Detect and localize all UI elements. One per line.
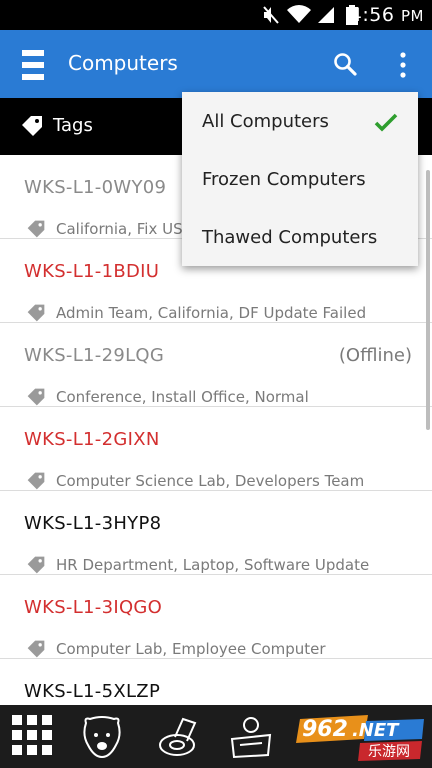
watermark-number: 962 .NET	[302, 717, 399, 742]
computer-tags: Computer Science Lab, Developers Team	[56, 472, 365, 490]
computer-name: WKS-L1-2GIXN	[24, 429, 160, 450]
list-item[interactable]: WKS-L1-29LQG (Offline) Conference, Insta…	[0, 323, 432, 407]
site-watermark-logo: 962 .NET 乐游网	[296, 715, 428, 765]
tag-icon	[27, 388, 45, 406]
watermark-subtitle: 乐游网	[368, 744, 410, 760]
tags-label: Tags	[53, 115, 93, 136]
more-vert-icon[interactable]	[398, 52, 408, 78]
computer-status: (Offline)	[338, 345, 412, 366]
app-bar: Computers	[0, 30, 432, 98]
wifi-icon	[287, 5, 311, 24]
tag-icon	[27, 640, 45, 658]
tag-icon	[27, 556, 45, 574]
clock: 4:56 PM	[349, 4, 424, 26]
computer-tags: Admin Team, California, DF Update Failed	[56, 304, 367, 322]
computer-name: WKS-L1-1BDIU	[24, 261, 160, 282]
menu-item-all-computers[interactable]: All Computers	[182, 92, 418, 150]
signal-icon	[318, 7, 334, 23]
search-icon[interactable]	[333, 52, 357, 76]
menu-item-thawed-computers[interactable]: Thawed Computers	[182, 208, 418, 266]
tag-icon	[22, 116, 42, 136]
tag-icon	[27, 220, 45, 238]
menu-item-frozen-computers[interactable]: Frozen Computers	[182, 150, 418, 208]
computer-tags: California, Fix US	[56, 220, 183, 238]
computer-tags: Computer Lab, Employee Computer	[56, 640, 326, 658]
page-title: Computers	[68, 51, 178, 75]
computer-tags: Conference, Install Office, Normal	[56, 388, 309, 406]
filter-dropdown-menu: All Computers Frozen Computers Thawed Co…	[182, 92, 418, 266]
list-item[interactable]: WKS-L1-2GIXN Computer Science Lab, Devel…	[0, 407, 432, 491]
grid-icon[interactable]	[12, 715, 52, 755]
computer-name: WKS-L1-3IQGO	[24, 597, 163, 618]
disc-icon[interactable]	[155, 715, 201, 759]
check-icon	[374, 113, 398, 132]
shield-user-icon[interactable]	[228, 715, 274, 759]
list-item[interactable]: WKS-L1-3HYP8 HR Department, Laptop, Soft…	[0, 491, 432, 575]
list-item[interactable]: WKS-L1-5XLZP	[0, 659, 432, 705]
mute-icon	[263, 6, 279, 24]
computer-tags: HR Department, Laptop, Software Update	[56, 556, 370, 574]
list-item[interactable]: WKS-L1-3IQGO Computer Lab, Employee Comp…	[0, 575, 432, 659]
menu-icon[interactable]	[22, 50, 44, 80]
scrollbar[interactable]	[426, 170, 430, 430]
tag-icon	[27, 472, 45, 490]
status-bar: 4:56 PM	[0, 0, 432, 30]
computer-name: WKS-L1-0WY09	[24, 177, 167, 198]
computer-name: WKS-L1-29LQG	[24, 345, 165, 366]
tag-icon	[27, 304, 45, 322]
bear-icon[interactable]	[80, 715, 124, 759]
computer-name: WKS-L1-5XLZP	[24, 681, 161, 702]
computer-name: WKS-L1-3HYP8	[24, 513, 162, 534]
